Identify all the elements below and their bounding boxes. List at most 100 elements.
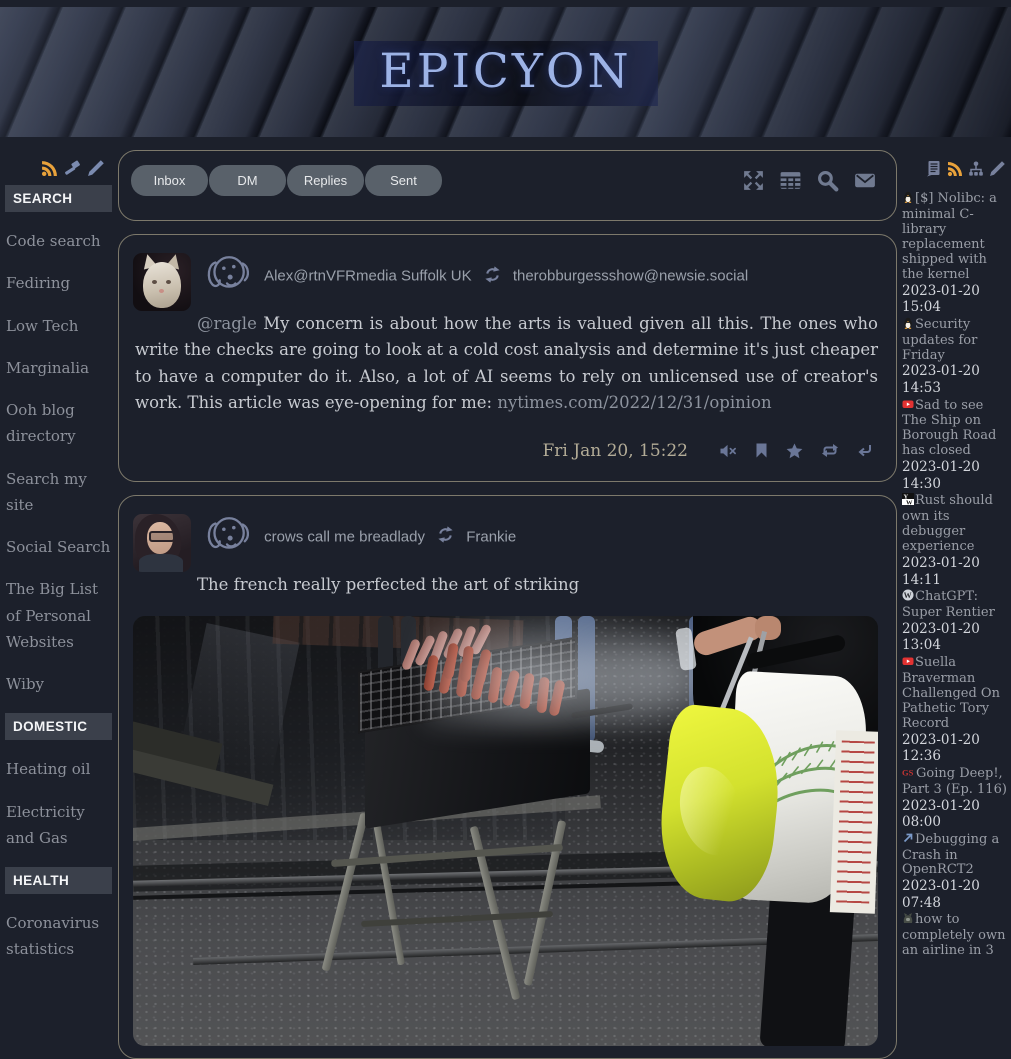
newswire-item[interactable]: GSGoing Deep!, Part 3 (Ep. 116) 2023-01-… [902,766,1007,831]
news-time: 14:53 [902,381,1007,397]
news-time: 13:04 [902,638,1007,654]
bookmark-icon[interactable] [755,443,768,458]
post-author-handle[interactable]: Alex@rtnVFRmedia Suffolk UK [264,268,472,285]
sidebar-section-domestic: DOMESTIC [5,713,112,740]
person-icon[interactable] [201,251,253,301]
post-body: The french really perfected the art of s… [135,572,878,598]
post-card: crows call me breadlady Frankie The fren… [118,495,897,1059]
repeat-icon[interactable] [821,443,839,458]
newswire-item[interactable]: Suella Braverman Challenged On Pathetic … [902,655,1007,765]
boost-icon [482,265,503,288]
news-date: 2023-01-20 [902,460,1007,476]
left-sidebar: SEARCH Code search Fediring Low Tech Mar… [0,137,116,971]
sidebar-link-low-tech[interactable]: Low Tech [5,305,112,347]
newswire-item[interactable]: how to completely own an airline in 3 [902,912,1007,959]
search-icon[interactable] [815,168,840,193]
cat-icon [902,912,914,929]
post-text: The french really perfected the art of s… [197,575,579,594]
svg-text:W: W [904,591,912,600]
newswire-item[interactable]: YWRust should own its debugger experienc… [902,493,1007,588]
sidebar-link-fediring[interactable]: Fediring [5,262,112,304]
expand-icon[interactable] [741,168,766,193]
tab-dm[interactable]: DM [209,165,286,196]
hammer-icon[interactable] [64,160,81,177]
news-time: 07:48 [902,896,1007,912]
sidebar-link-electricity-and-gas[interactable]: Electricity and Gas [5,791,112,860]
site-title: EPICYON [353,41,657,106]
mention-link[interactable]: @ragle [197,314,257,333]
post-footer: Fri Jan 20, 15:22 [133,441,872,461]
post-body: @ragle My concern is about how the arts … [135,311,878,417]
post-author-handle[interactable]: crows call me breadlady [264,528,425,545]
svg-text:GS: GS [902,767,914,777]
post-boosted-handle[interactable]: Frankie [466,528,516,545]
arrow-ne-icon [902,832,914,849]
penguin-icon [902,191,914,208]
tab-inbox[interactable]: Inbox [131,165,208,196]
epicyon-page: { "banner": { "title": "EPICYON" }, "col… [0,7,1011,909]
sidebar-link-ooh-blog-directory[interactable]: Ooh blog directory [5,389,112,458]
article-link[interactable]: nytimes.com/2022/12/31/opinion [497,393,771,412]
news-date: 2023-01-20 [902,364,1007,380]
post-photo[interactable] [133,616,878,1046]
banner-image[interactable]: EPICYON [0,7,1011,137]
post-timestamp: Fri Jan 20, 15:22 [543,441,689,461]
tab-sent[interactable]: Sent [365,165,442,196]
edit-pen-icon[interactable] [989,161,1005,181]
sidebar-section-search: SEARCH [5,185,112,212]
sidebar-link-search-my-site[interactable]: Search my site [5,458,112,527]
star-icon[interactable] [786,443,803,459]
newswire-item[interactable]: Security updates for Friday 2023-01-20 1… [902,317,1007,397]
newswire-column: [$] Nolibc: a minimal C-library replacem… [901,137,1011,960]
newswire-item[interactable]: Sad to see The Ship on Borough Road has … [902,398,1007,493]
youtube-icon [902,655,914,672]
yw-logo-icon: YW [902,493,914,510]
news-date: 2023-01-20 [902,284,1007,300]
sidebar-link-marginalia[interactable]: Marginalia [5,347,112,389]
svg-text:W: W [906,500,913,505]
post-boosted-handle[interactable]: therobburgessshow@newsie.social [513,268,748,285]
sidebar-link-wiby[interactable]: Wiby [5,663,112,705]
newspaper-icon[interactable] [926,160,942,181]
table-view-icon[interactable] [778,168,803,193]
wordpress-icon: W [902,589,914,606]
news-time: 15:04 [902,300,1007,316]
gs-logo-icon: GS [902,766,915,783]
sidebar-link-social-search[interactable]: Social Search [5,526,112,568]
newswire-item[interactable]: [$] Nolibc: a minimal C-library replacem… [902,191,1007,316]
moderation-tree-icon[interactable] [968,161,984,181]
news-time: 08:00 [902,815,1007,831]
news-date: 2023-01-20 [902,622,1007,638]
tab-replies[interactable]: Replies [287,165,364,196]
news-date: 2023-01-20 [902,879,1007,895]
news-time: 14:11 [902,573,1007,589]
avatar[interactable] [133,514,191,572]
newswire-item[interactable]: WChatGPT: Super Rentier 2023-01-20 13:04 [902,589,1007,654]
penguin-icon [902,317,914,334]
envelope-icon[interactable] [852,168,878,193]
newswire-item[interactable]: Debugging a Crash in OpenRCT2 2023-01-20… [902,832,1007,912]
news-time: 12:36 [902,749,1007,765]
rss-feed-icon[interactable] [947,161,963,181]
post-card: Alex@rtnVFRmedia Suffolk UK therobburges… [118,234,897,482]
youtube-icon [902,398,914,415]
reply-icon[interactable] [857,444,872,458]
sidebar-link-heating-oil[interactable]: Heating oil [5,748,112,790]
sidebar-link-coronavirus-statistics[interactable]: Coronavirus statistics [5,902,112,971]
timeline: Inbox DM Replies Sent Alex@rtnVFRmedia S… [118,137,897,1059]
sidebar-section-health: HEALTH [5,867,112,894]
news-date: 2023-01-20 [902,799,1007,815]
mute-icon[interactable] [720,444,737,458]
sidebar-link-big-list-personal-websites[interactable]: The Big List of Personal Websites [5,568,112,663]
person-icon[interactable] [201,512,253,562]
rss-feed-icon[interactable] [41,160,58,177]
avatar[interactable] [133,253,191,311]
news-time: 14:30 [902,477,1007,493]
photo-protest-sign [830,730,878,913]
edit-pen-icon[interactable] [87,160,104,177]
news-date: 2023-01-20 [902,733,1007,749]
timeline-header: Inbox DM Replies Sent [118,150,897,221]
sidebar-link-code-search[interactable]: Code search [5,220,112,262]
news-date: 2023-01-20 [902,556,1007,572]
boost-icon [435,525,456,548]
